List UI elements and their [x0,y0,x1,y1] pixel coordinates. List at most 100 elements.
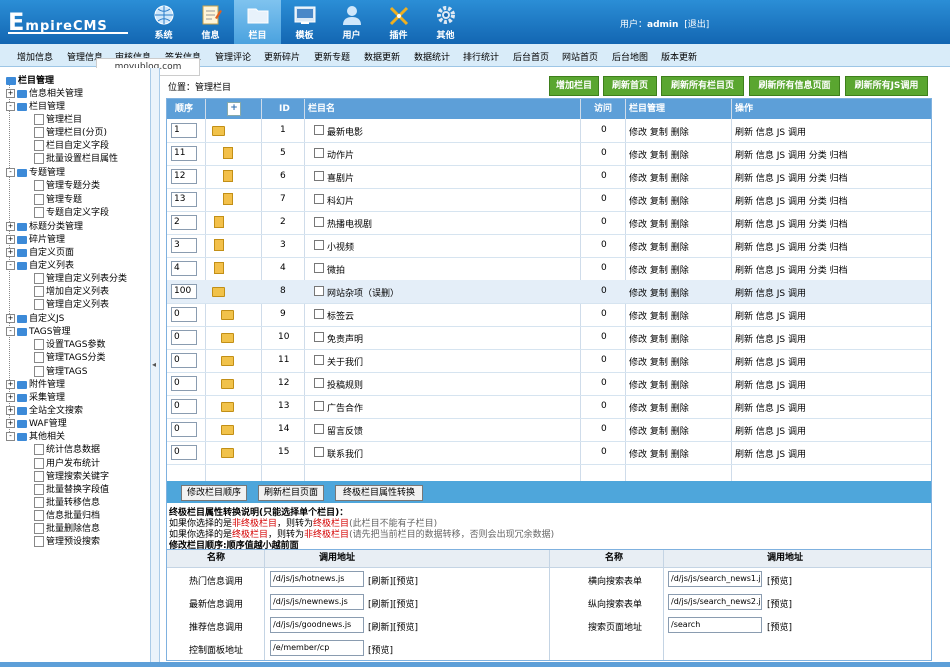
row-checkbox[interactable] [314,217,324,227]
row-op-links[interactable]: 刷新 信息 JS 调用 分类 归档 [735,240,848,253]
subnav-data-update[interactable]: 数据更新 [364,50,400,63]
refresh-all-js-button[interactable]: 刷新所有JS调用 [845,76,928,96]
nav-system[interactable]: 系统 [140,0,187,44]
row-name[interactable]: 免责声明 [327,332,363,345]
subnav-admin-map[interactable]: 后台地图 [612,50,648,63]
order-input[interactable]: 0 [171,399,197,414]
subnav-update-topics[interactable]: 更新专题 [314,50,350,63]
sidebar-item[interactable]: 专题自定义字段 [34,205,109,218]
row-checkbox[interactable] [314,355,324,365]
refresh-all-category-button[interactable]: 刷新所有栏目页 [661,76,744,96]
row-manage-links[interactable]: 修改 复制 删除 [629,171,689,184]
order-input[interactable]: 4 [171,261,197,276]
row-name[interactable]: 最新电影 [327,125,363,138]
row-manage-links[interactable]: 修改 复制 删除 [629,447,689,460]
row-op-links[interactable]: 刷新 信息 JS 调用 分类 归档 [735,194,848,207]
row-manage-links[interactable]: 修改 复制 删除 [629,286,689,299]
row-manage-links[interactable]: 修改 复制 删除 [629,309,689,322]
row-checkbox[interactable] [314,171,324,181]
row-name[interactable]: 科幻片 [327,194,354,207]
sidebar-item[interactable]: 管理TAGS [34,364,88,377]
order-input[interactable]: 100 [171,284,197,299]
js-path-input[interactable]: /search [668,617,762,633]
sidebar-item[interactable]: 批量设置栏目属性 [34,151,118,164]
row-manage-links[interactable]: 修改 复制 删除 [629,194,689,207]
sidebar-splitter[interactable]: ◂ [150,68,160,667]
sidebar-item[interactable]: 管理自定义列表分类 [34,271,127,284]
sidebar-item[interactable]: 信息批量归档 [34,508,100,521]
row-manage-links[interactable]: 修改 复制 删除 [629,378,689,391]
js-links[interactable]: [预览] [767,620,792,633]
row-checkbox[interactable] [314,309,324,319]
js-path-input[interactable]: /d/js/js/search_news1.js [668,571,762,587]
refresh-category-pages-button[interactable]: 刷新栏目页面 [258,485,324,501]
nav-category[interactable]: 栏目 [234,0,281,44]
row-name[interactable]: 微拍 [327,263,345,276]
sidebar-item[interactable]: + 自定义页面 [6,245,74,258]
nav-other[interactable]: 其他 [422,0,469,44]
sidebar-item[interactable]: 增加自定义列表 [34,284,109,297]
sidebar-item[interactable]: + 附件管理 [6,377,65,390]
row-op-links[interactable]: 刷新 信息 JS 调用 分类 归档 [735,148,848,161]
sidebar-item[interactable]: 管理搜索关键字 [34,469,109,482]
row-checkbox[interactable] [314,447,324,457]
subnav-rank-stats[interactable]: 排行统计 [463,50,499,63]
row-checkbox[interactable] [314,378,324,388]
expand-all-icon[interactable]: + [227,102,241,116]
row-manage-links[interactable]: 修改 复制 删除 [629,240,689,253]
js-links[interactable]: [预览] [767,574,792,587]
row-op-links[interactable]: 刷新 信息 JS 调用 [735,286,806,299]
sidebar-item[interactable]: + WAF管理 [6,416,67,429]
row-op-links[interactable]: 刷新 信息 JS 调用 [735,309,806,322]
sidebar-item[interactable]: + 全站全文搜索 [6,403,83,416]
subnav-data-stats[interactable]: 数据统计 [414,50,450,63]
row-name[interactable]: 留言反馈 [327,424,363,437]
sidebar-item[interactable]: 统计信息数据 [34,442,100,455]
subnav-update-fragments[interactable]: 更新碎片 [264,50,300,63]
row-manage-links[interactable]: 修改 复制 删除 [629,217,689,230]
row-checkbox[interactable] [314,424,324,434]
refresh-home-button[interactable]: 刷新首页 [603,76,657,96]
order-input[interactable]: 12 [171,169,197,184]
row-checkbox[interactable] [314,332,324,342]
order-input[interactable]: 3 [171,238,197,253]
row-checkbox[interactable] [314,240,324,250]
row-manage-links[interactable]: 修改 复制 删除 [629,125,689,138]
row-op-links[interactable]: 刷新 信息 JS 调用 分类 归档 [735,171,848,184]
sidebar-item[interactable]: 管理专题分类 [34,178,100,191]
row-checkbox[interactable] [314,148,324,158]
row-name[interactable]: 关于我们 [327,355,363,368]
row-manage-links[interactable]: 修改 复制 删除 [629,332,689,345]
row-op-links[interactable]: 刷新 信息 JS 调用 [735,424,806,437]
subnav-manage-comments[interactable]: 管理评论 [215,50,251,63]
sidebar-item[interactable]: 管理栏目(分页) [34,125,107,138]
sidebar-item[interactable]: 管理TAGS分类 [34,350,106,363]
row-op-links[interactable]: 刷新 信息 JS 调用 [735,355,806,368]
sidebar-item[interactable]: 管理自定义列表 [34,297,109,310]
row-op-links[interactable]: 刷新 信息 JS 调用 [735,401,806,414]
sidebar-item[interactable]: + 信息相关管理 [6,86,83,99]
js-links[interactable]: [预览] [767,597,792,610]
convert-terminal-button[interactable]: 终极栏目属性转换 [335,485,423,501]
sidebar-item[interactable]: + 标题分类管理 [6,219,83,232]
js-path-input[interactable]: /d/js/js/hotnews.js [270,571,364,587]
refresh-all-info-button[interactable]: 刷新所有信息页面 [749,76,840,96]
order-input[interactable]: 0 [171,445,197,460]
row-checkbox[interactable] [314,401,324,411]
sidebar-item[interactable]: 管理预设搜索 [34,534,100,547]
logout-link[interactable]: [退出] [684,20,709,30]
sidebar-item[interactable]: 批量替换字段值 [34,482,109,495]
subnav-add-info[interactable]: 增加信息 [17,50,53,63]
js-links[interactable]: [刷新][预览] [368,620,418,633]
order-input[interactable]: 0 [171,422,197,437]
row-checkbox[interactable] [314,194,324,204]
row-op-links[interactable]: 刷新 信息 JS 调用 [735,447,806,460]
row-name[interactable]: 广告合作 [327,401,363,414]
sidebar-item[interactable]: - 栏目管理 [6,99,65,112]
sidebar-item[interactable]: - 其他相关 [6,429,65,442]
subnav-site-home[interactable]: 网站首页 [562,50,598,63]
order-input[interactable]: 11 [171,146,197,161]
order-input[interactable]: 0 [171,376,197,391]
js-links[interactable]: [预览] [368,643,393,656]
row-name[interactable]: 标签云 [327,309,354,322]
